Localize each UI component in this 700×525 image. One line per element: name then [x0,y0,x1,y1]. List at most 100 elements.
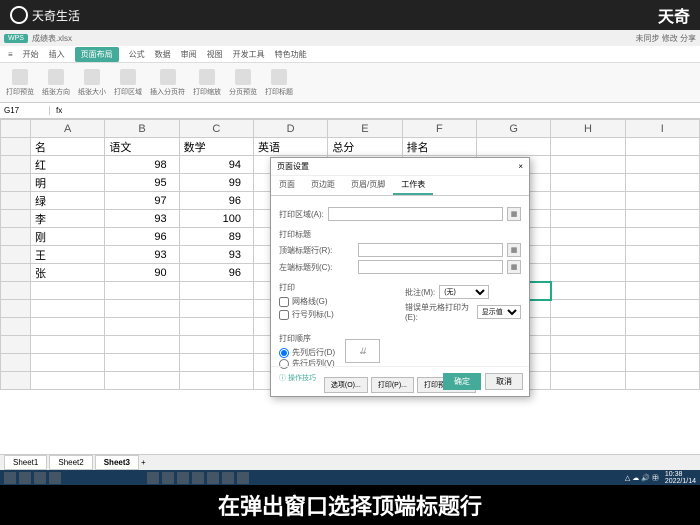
cell[interactable]: 99 [179,174,253,192]
app-icon[interactable] [162,472,174,484]
cell[interactable] [31,282,105,300]
cell[interactable] [179,318,253,336]
cell[interactable]: 96 [179,264,253,282]
cell[interactable] [625,174,699,192]
ribbon-group[interactable]: 纸张方向 [42,69,70,97]
worksheet[interactable]: A B C D E F G H I 名语文数学英语总分排名 红9894 明959… [0,119,700,454]
ribbon-group[interactable]: 打印区域 [114,69,142,97]
ribbon-tab[interactable]: 开始 [23,49,39,60]
cell[interactable] [551,228,625,246]
taskview-icon[interactable] [49,472,61,484]
ribbon-tab-active[interactable]: 页面布局 [75,47,119,62]
app-icon[interactable] [147,472,159,484]
row-header[interactable] [1,336,31,354]
ribbon-tab[interactable]: 开发工具 [233,49,265,60]
sheet-tab[interactable]: Sheet1 [4,455,47,470]
name-box[interactable]: G17 [0,106,50,115]
col-header[interactable]: G [476,120,550,138]
cell[interactable] [31,372,105,390]
cell[interactable] [625,300,699,318]
tray-icons[interactable]: △ ☁ 🔊 ㊥ [625,473,659,483]
rowcol-checkbox[interactable] [279,310,289,320]
fx-icon[interactable]: fx [50,106,68,115]
ribbon-group[interactable]: 打印标题 [265,69,293,97]
cell[interactable]: 红 [31,156,105,174]
cell[interactable]: 语文 [105,138,179,156]
cell[interactable] [105,300,179,318]
sheet-tab-active[interactable]: Sheet3 [95,455,139,470]
col-header[interactable]: A [31,120,105,138]
ribbon-tab[interactable]: 公式 [129,49,145,60]
col-header[interactable]: D [253,120,327,138]
cell[interactable] [105,318,179,336]
cell[interactable]: 总分 [328,138,402,156]
cell[interactable] [551,246,625,264]
cell[interactable] [551,372,625,390]
start-icon[interactable] [4,472,16,484]
dialog-tab-active[interactable]: 工作表 [393,176,433,195]
ribbon-group[interactable]: 纸张大小 [78,69,106,97]
range-picker-icon[interactable]: ▦ [507,260,521,274]
cell[interactable] [625,228,699,246]
close-icon[interactable]: × [518,162,523,171]
cell[interactable] [625,318,699,336]
cell[interactable] [625,138,699,156]
dialog-tab[interactable]: 页眉/页脚 [343,176,393,195]
cell[interactable] [105,354,179,372]
cell[interactable] [31,354,105,372]
cell[interactable] [625,192,699,210]
cell[interactable] [31,300,105,318]
cell[interactable] [625,336,699,354]
ribbon-group[interactable]: 打印预览 [6,69,34,97]
cell[interactable] [625,264,699,282]
row-header[interactable] [1,354,31,372]
cell[interactable] [179,300,253,318]
cell[interactable] [31,336,105,354]
col-header[interactable]: C [179,120,253,138]
cancel-button[interactable]: 取消 [485,373,523,390]
row-header[interactable] [1,156,31,174]
row-header[interactable] [1,264,31,282]
range-picker-icon[interactable]: ▦ [507,243,521,257]
cell[interactable]: 张 [31,264,105,282]
ribbon-group[interactable]: 分页预览 [229,69,257,97]
cell[interactable] [625,156,699,174]
search-icon[interactable] [19,472,31,484]
cell[interactable] [551,354,625,372]
cell[interactable]: 93 [179,246,253,264]
cell[interactable] [551,318,625,336]
cell[interactable]: 英语 [253,138,327,156]
ribbon-tab[interactable]: 特色功能 [275,49,307,60]
cell[interactable] [179,336,253,354]
col-header[interactable]: I [625,120,699,138]
cell[interactable]: 93 [105,210,179,228]
cell[interactable] [625,210,699,228]
app-icon[interactable] [222,472,234,484]
row-header[interactable] [1,228,31,246]
cell[interactable]: 93 [105,246,179,264]
cell[interactable]: 绿 [31,192,105,210]
cell[interactable]: 94 [179,156,253,174]
clock-date[interactable]: 2022/1/14 [665,478,696,485]
ribbon-group[interactable]: 插入分页符 [150,69,185,97]
top-row-input[interactable] [358,243,503,257]
ribbon-tab[interactable]: 数据 [155,49,171,60]
cell[interactable]: 数学 [179,138,253,156]
ribbon-tab[interactable]: 插入 [49,49,65,60]
order-down-radio[interactable] [279,348,289,358]
ribbon-tab[interactable]: 视图 [207,49,223,60]
row-header[interactable] [1,174,31,192]
app-icon[interactable] [177,472,189,484]
range-picker-icon[interactable]: ▦ [507,207,521,221]
row-header[interactable] [1,138,31,156]
cell[interactable] [625,372,699,390]
row-header[interactable] [1,210,31,228]
cell[interactable] [179,372,253,390]
help-link[interactable]: ⓘ 操作技巧 [279,373,316,383]
errors-select[interactable]: 显示值 [477,305,521,319]
row-header[interactable] [1,300,31,318]
cell[interactable]: 100 [179,210,253,228]
cell[interactable] [551,282,625,300]
cell[interactable]: 90 [105,264,179,282]
cell[interactable] [551,300,625,318]
